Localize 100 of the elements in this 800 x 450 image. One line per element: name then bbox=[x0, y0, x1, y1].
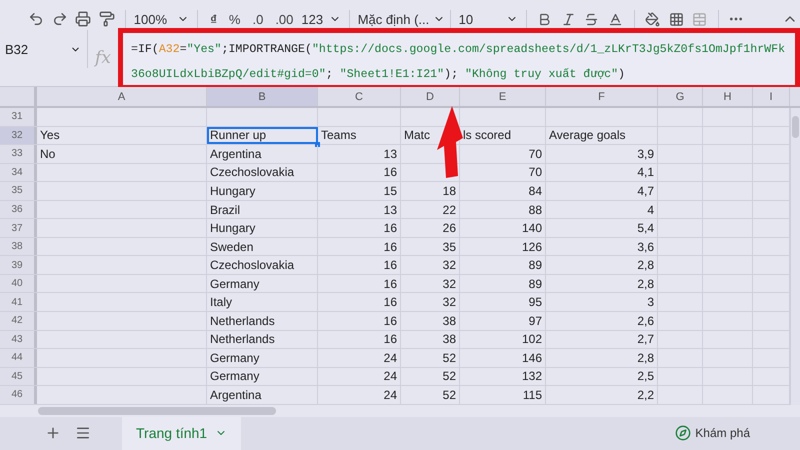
explore-button[interactable]: Khám phá bbox=[675, 416, 750, 450]
row-header[interactable]: 42 bbox=[0, 312, 37, 330]
table-cell: Czechoslovakia bbox=[207, 256, 318, 274]
row-header[interactable]: 40 bbox=[0, 274, 37, 292]
table-cell: No bbox=[37, 145, 207, 163]
table-cell: 2,2 bbox=[546, 386, 658, 404]
table-cell: 2,8 bbox=[546, 349, 658, 367]
table-cell: 3,6 bbox=[546, 238, 658, 256]
table-cell: 16 bbox=[318, 274, 401, 292]
table-cell: Netherlands bbox=[207, 312, 318, 330]
column-header[interactable]: G bbox=[658, 87, 703, 106]
zoom-dropdown[interactable]: 100% bbox=[134, 9, 190, 29]
table-cell: 13 bbox=[318, 200, 401, 218]
table-cell: Average goals bbox=[546, 126, 658, 144]
table-cell: 24 bbox=[318, 386, 401, 404]
horizontal-scrollbar[interactable] bbox=[38, 406, 276, 415]
table-cell: 4,1 bbox=[546, 164, 658, 182]
row-header[interactable]: 37 bbox=[0, 219, 37, 237]
fx-label: fx bbox=[93, 47, 112, 70]
table-cell: Argentina bbox=[207, 386, 318, 404]
table-cell: 2,5 bbox=[546, 368, 658, 386]
number-format-dropdown[interactable]: 123 bbox=[301, 9, 341, 29]
row-header[interactable]: 44 bbox=[0, 349, 37, 367]
column-header[interactable]: F bbox=[546, 87, 658, 106]
table-cell: 89 bbox=[460, 274, 546, 292]
table-cell: Hungary bbox=[207, 219, 318, 237]
table-cell: Teams bbox=[318, 126, 401, 144]
table-cell: Yes bbox=[37, 126, 207, 144]
name-box[interactable]: B32 bbox=[0, 30, 88, 68]
table-cell: 89 bbox=[460, 256, 546, 274]
table-cell: 52 bbox=[401, 386, 460, 404]
table-cell: 52 bbox=[401, 349, 460, 367]
table-cell: Sweden bbox=[207, 238, 318, 256]
table-cell: 70 bbox=[460, 164, 546, 182]
table-cell: Germany bbox=[207, 368, 318, 386]
row-header[interactable]: 43 bbox=[0, 330, 37, 348]
table-cell: 16 bbox=[318, 164, 401, 182]
table-cell: 2,6 bbox=[546, 312, 658, 330]
table-cell: 3 bbox=[546, 293, 658, 312]
font-size-dropdown[interactable]: 10 bbox=[458, 9, 518, 29]
column-header[interactable]: D bbox=[401, 87, 460, 106]
row-header[interactable]: 38 bbox=[0, 238, 37, 256]
print-icon[interactable] bbox=[73, 9, 94, 29]
table-cell: 16 bbox=[318, 312, 401, 330]
table-cell: 84 bbox=[460, 182, 546, 200]
row-header[interactable]: 46 bbox=[0, 386, 37, 404]
table-cell: Germany bbox=[207, 274, 318, 292]
row-header[interactable]: 39 bbox=[0, 256, 37, 274]
column-header[interactable]: B bbox=[207, 87, 318, 106]
row-header[interactable]: 36 bbox=[0, 200, 37, 218]
table-cell: Germany bbox=[207, 349, 318, 367]
table-cell: 2,8 bbox=[546, 256, 658, 274]
table-cell: 32 bbox=[401, 274, 460, 292]
format-button[interactable]: .00 bbox=[271, 9, 298, 29]
row-header[interactable]: 45 bbox=[0, 368, 37, 386]
column-header[interactable]: I bbox=[753, 87, 790, 106]
table-cell: 38 bbox=[401, 312, 460, 330]
sheet-tab[interactable]: Trang tính1 bbox=[122, 416, 242, 450]
font-dropdown[interactable]: Mặc định (... bbox=[358, 9, 442, 29]
row-header[interactable]: 35 bbox=[0, 182, 37, 200]
table-cell: 140 bbox=[460, 219, 546, 237]
table-cell: 97 bbox=[460, 312, 546, 330]
table-cell: 13 bbox=[318, 145, 401, 163]
table-cell: 4,7 bbox=[546, 182, 658, 200]
formula-bar[interactable]: =IF(A32="Yes";IMPORTRANGE("https://docs.google.com/spreadsheets/d/1_zLKrT3Jg5kZ0fs1OmJpf1hrWFk36o8UILdxLbiBZpQ/edit#gid=0"; "Sheet1!E1:I21"); "Không truy xuất được") bbox=[118, 28, 800, 90]
format-button[interactable]: ₫ bbox=[206, 9, 221, 29]
column-header[interactable]: C bbox=[318, 87, 401, 106]
table-cell: 115 bbox=[460, 386, 546, 404]
table-cell: 32 bbox=[401, 293, 460, 312]
row-header[interactable]: 33 bbox=[0, 145, 37, 163]
table-cell: 102 bbox=[460, 330, 546, 348]
table-cell: Netherlands bbox=[207, 330, 318, 348]
table-cell: 2,8 bbox=[546, 274, 658, 292]
table-cell: Hungary bbox=[207, 182, 318, 200]
column-header[interactable]: E bbox=[460, 87, 546, 106]
row-header[interactable]: 34 bbox=[0, 164, 37, 182]
table-cell: 38 bbox=[401, 330, 460, 348]
selected-cell: Runner up bbox=[207, 126, 318, 144]
vertical-scrollbar[interactable] bbox=[790, 108, 800, 405]
table-cell: 126 bbox=[460, 238, 546, 256]
table-cell: 24 bbox=[318, 349, 401, 367]
format-button[interactable]: .0 bbox=[248, 9, 268, 29]
table-cell: 24 bbox=[318, 368, 401, 386]
table-cell: 52 bbox=[401, 368, 460, 386]
format-button[interactable]: % bbox=[224, 9, 244, 29]
table-cell: 32 bbox=[401, 256, 460, 274]
table-cell: 4 bbox=[546, 200, 658, 218]
table-cell: 2,7 bbox=[546, 330, 658, 348]
column-header[interactable]: H bbox=[703, 87, 753, 106]
table-cell: 132 bbox=[460, 368, 546, 386]
table-cell: Italy bbox=[207, 293, 318, 312]
table-cell: 88 bbox=[460, 200, 546, 218]
row-header[interactable]: 41 bbox=[0, 293, 37, 312]
table-cell: 18 bbox=[401, 182, 460, 200]
row-header[interactable]: 31 bbox=[0, 108, 37, 126]
row-header[interactable]: 32 bbox=[0, 126, 37, 144]
table-cell: 16 bbox=[318, 219, 401, 237]
compass-icon bbox=[675, 425, 692, 442]
paint-roller-icon[interactable] bbox=[97, 9, 117, 29]
table-cell: 35 bbox=[401, 238, 460, 256]
